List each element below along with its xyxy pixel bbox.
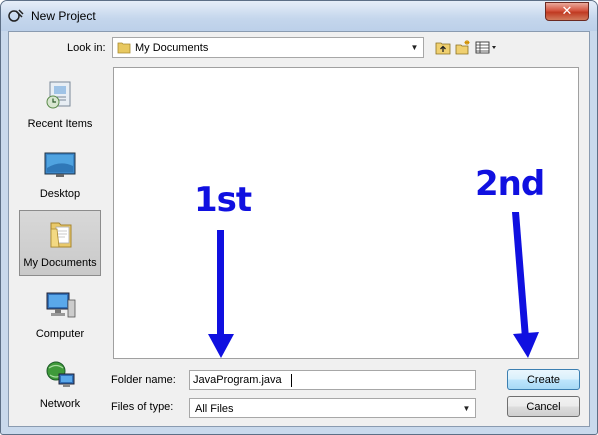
sidebar-item-computer[interactable]: Computer xyxy=(19,282,101,348)
text-caret xyxy=(291,374,292,387)
sidebar-item-label: Desktop xyxy=(39,188,81,200)
look-in-combo[interactable]: My Documents ▼ xyxy=(112,37,424,58)
arrow-down-icon xyxy=(512,212,539,358)
sidebar-item-desktop[interactable]: Desktop xyxy=(19,142,101,208)
folder-name-input[interactable]: JavaProgram.java xyxy=(189,370,476,390)
files-of-type-combo[interactable]: All Files ▼ xyxy=(189,398,476,418)
chevron-down-icon[interactable]: ▼ xyxy=(406,38,423,57)
sidebar-item-label: My Documents xyxy=(23,257,97,269)
title-bar[interactable]: New Project ✕ xyxy=(1,1,597,31)
annotation-first: 1st xyxy=(194,180,252,220)
folder-name-label: Folder name: xyxy=(111,374,176,386)
folder-name-value: JavaProgram.java xyxy=(193,374,282,386)
look-in-value: My Documents xyxy=(135,42,209,54)
sidebar-item-label: Computer xyxy=(35,328,85,340)
sidebar-item-recent-items[interactable]: Recent Items xyxy=(19,72,101,138)
app-icon xyxy=(8,9,24,22)
network-icon xyxy=(46,361,75,387)
view-menu-icon[interactable] xyxy=(475,40,499,55)
close-button[interactable]: ✕ xyxy=(545,2,589,21)
new-folder-icon[interactable] xyxy=(455,40,471,55)
desktop-icon xyxy=(44,152,76,177)
folder-icon xyxy=(117,42,131,54)
new-project-dialog: New Project ✕ Look in: My Documents ▼ Re… xyxy=(0,0,598,435)
cancel-button[interactable]: Cancel xyxy=(507,396,580,417)
files-of-type-label: Files of type: xyxy=(111,401,174,413)
chevron-down-icon[interactable]: ▼ xyxy=(458,399,475,417)
create-button[interactable]: Create xyxy=(507,369,580,390)
sidebar-item-network[interactable]: Network xyxy=(19,352,101,418)
window-title: New Project xyxy=(31,9,96,23)
files-of-type-value: All Files xyxy=(195,403,234,415)
up-folder-icon[interactable] xyxy=(435,40,451,55)
computer-icon xyxy=(46,292,76,318)
arrow-down-icon xyxy=(208,230,234,358)
sidebar-item-label: Recent Items xyxy=(27,118,93,130)
sidebar-item-label: Network xyxy=(39,398,81,410)
look-in-label: Look in: xyxy=(67,42,106,54)
close-icon: ✕ xyxy=(561,4,573,19)
recent-items-icon xyxy=(46,81,71,109)
sidebar-item-my-documents[interactable]: My Documents xyxy=(19,210,101,276)
places-sidebar: Recent Items Desktop My Documents Comput… xyxy=(19,67,103,417)
annotation-second: 2nd xyxy=(475,164,545,204)
my-documents-icon xyxy=(50,222,72,248)
dialog-body: Look in: My Documents ▼ Recent Items Des… xyxy=(8,31,590,427)
